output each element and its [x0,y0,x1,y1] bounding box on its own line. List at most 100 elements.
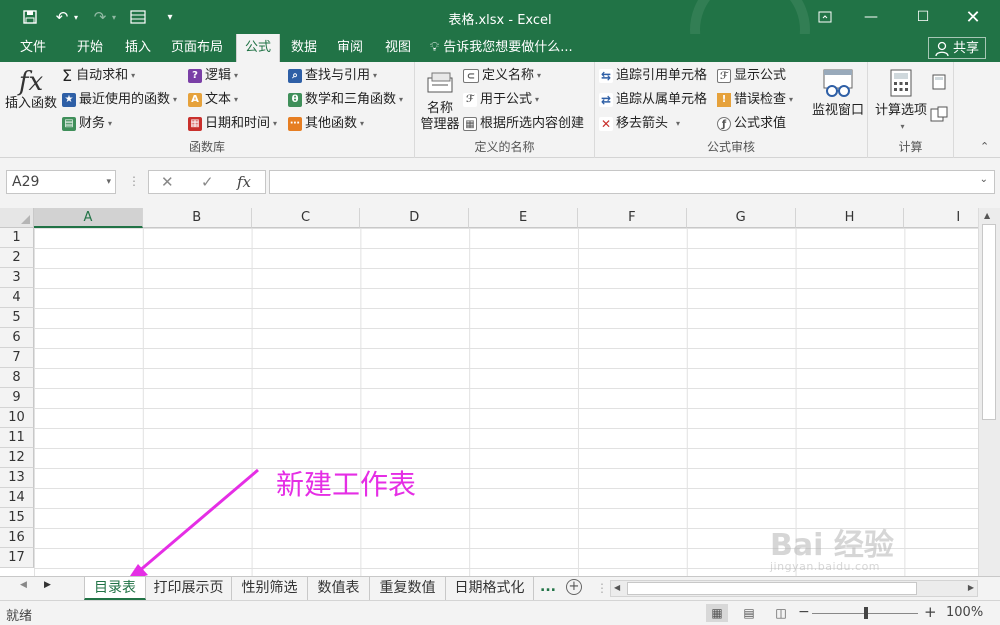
row-header-3[interactable]: 3 [0,268,34,288]
row-header-9[interactable]: 9 [0,388,34,408]
tab-page-layout[interactable]: 页面布局 [164,34,230,62]
scroll-left-icon[interactable]: ◀ [614,583,620,592]
scroll-sheets-right-icon[interactable]: ▶ [44,580,51,590]
redo-dropdown-icon[interactable]: ▾ [108,5,120,29]
row-header-15[interactable]: 15 [0,508,34,528]
new-sheet-icon[interactable]: + [566,579,582,595]
define-name-button[interactable]: ⊂ 定义名称 ▾ [463,66,541,86]
evaluate-formula-button[interactable]: ƒ 公式求值 [717,114,786,134]
zoom-in-icon[interactable]: + [924,603,937,621]
more-functions-button[interactable]: ⋯ 其他函数 ▾ [288,114,364,134]
column-header-b[interactable]: B [142,208,252,228]
row-header-17[interactable]: 17 [0,548,34,568]
formula-bar-grip-icon[interactable]: ⋮ [128,174,140,188]
logical-button[interactable]: ? 逻辑 ▾ [188,66,238,86]
row-header-2[interactable]: 2 [0,248,34,268]
collapse-ribbon-icon[interactable]: ⌃ [980,140,989,153]
lookup-button[interactable]: ⌕ 查找与引用 ▾ [288,66,377,86]
scroll-right-icon[interactable]: ▶ [968,583,974,592]
show-formulas-button[interactable]: ℱ 显示公式 [717,66,786,86]
financial-button[interactable]: ▤ 财务 ▾ [62,114,112,134]
column-header-d[interactable]: D [360,208,470,228]
insert-function-button[interactable]: fx 插入函数 [4,68,58,112]
watch-window-button[interactable]: 监视窗口 [809,68,867,119]
remove-arrows-button[interactable]: ✕ 移去箭头 ▾ [599,114,680,134]
expand-formula-bar-icon[interactable]: ⌄ [980,174,988,185]
save-icon[interactable] [18,5,42,29]
name-manager-button[interactable]: 名称 管理器 [417,70,463,133]
row-header-10[interactable]: 10 [0,408,34,428]
row-header-8[interactable]: 8 [0,368,34,388]
tab-home[interactable]: 开始 [64,34,116,62]
row-header-16[interactable]: 16 [0,528,34,548]
tab-file[interactable]: 文件 [8,34,58,62]
share-button[interactable]: 共享 [928,37,987,59]
more-sheets-button[interactable]: ... [540,579,556,595]
vertical-scroll-thumb[interactable] [982,224,996,420]
column-header-c[interactable]: C [251,208,361,228]
column-header-h[interactable]: H [795,208,905,228]
zoom-level[interactable]: 100% [946,605,983,620]
name-box[interactable]: A29 ▾ [6,170,116,194]
cancel-icon[interactable]: ✕ [161,173,174,191]
calculate-now-icon[interactable] [932,74,946,93]
row-header-4[interactable]: 4 [0,288,34,308]
maximize-icon[interactable]: ☐ [900,0,946,34]
tab-review[interactable]: 审阅 [330,34,370,62]
calculate-sheet-icon[interactable] [930,106,948,125]
row-header-5[interactable]: 5 [0,308,34,328]
sheet-tab-values[interactable]: 数值表 [308,577,370,600]
sheet-tab-duplicates[interactable]: 重复数值 [370,577,446,600]
use-in-formula-button[interactable]: ℱ 用于公式 ▾ [463,90,539,110]
datetime-button[interactable]: ▦ 日期和时间 ▾ [188,114,277,134]
sheet-tab-date-format[interactable]: 日期格式化 [446,577,534,600]
close-icon[interactable]: ✕ [950,0,996,34]
row-header-12[interactable]: 12 [0,448,34,468]
column-header-g[interactable]: G [686,208,796,228]
recent-functions-button[interactable]: ★ 最近使用的函数 ▾ [62,90,177,110]
row-header-14[interactable]: 14 [0,488,34,508]
sheet-tab-catalog[interactable]: 目录表 [84,577,146,600]
tell-me-box[interactable]: 💡︎ 告诉我您想要做什么... [430,34,573,62]
calculation-options-button[interactable]: 计算选项 ▾ [872,68,930,135]
row-header-1[interactable]: 1 [0,228,34,248]
row-header-11[interactable]: 11 [0,428,34,448]
autosum-button[interactable]: Σ 自动求和 ▾ [62,66,135,86]
create-from-selection-button[interactable]: ▦ 根据所选内容创建 [463,114,584,134]
tab-split-grip-icon[interactable]: ⋮ [596,581,608,595]
minimize-icon[interactable]: — [848,0,894,34]
math-button[interactable]: θ 数学和三角函数 ▾ [288,90,403,110]
page-break-view-icon[interactable]: ◫ [770,604,792,622]
trace-precedents-button[interactable]: ⇆ 追踪引用单元格 [599,66,707,86]
column-header-a[interactable]: A [34,208,143,228]
column-header-e[interactable]: E [469,208,578,228]
chevron-down-icon[interactable]: ▾ [106,171,111,193]
error-checking-button[interactable]: ! 错误检查 ▾ [717,90,793,110]
row-header-7[interactable]: 7 [0,348,34,368]
sheet-tab-print-page[interactable]: 打印展示页 [146,577,232,600]
customize-quick-access-icon[interactable]: ▾ [158,5,182,29]
zoom-slider-thumb[interactable] [864,607,868,619]
ribbon-display-options-icon[interactable] [802,0,848,34]
horizontal-scrollbar[interactable]: ◀ ▶ [610,580,978,597]
select-all-button[interactable] [0,208,34,228]
undo-dropdown-icon[interactable]: ▾ [70,5,82,29]
tab-formulas[interactable]: 公式 [236,34,280,62]
scroll-up-icon[interactable]: ▲ [984,211,990,220]
form-icon[interactable] [126,5,150,29]
tab-insert[interactable]: 插入 [116,34,160,62]
formula-input[interactable]: ⌄ [269,170,995,194]
scroll-sheets-left-icon[interactable]: ◀ [20,580,27,590]
enter-icon[interactable]: ✓ [201,173,214,191]
row-header-13[interactable]: 13 [0,468,34,488]
normal-view-icon[interactable]: ▦ [706,604,728,622]
page-layout-view-icon[interactable]: ▤ [738,604,760,622]
column-header-f[interactable]: F [578,208,687,228]
sheet-tab-gender-filter[interactable]: 性别筛选 [232,577,308,600]
row-header-6[interactable]: 6 [0,328,34,348]
zoom-out-icon[interactable]: − [798,604,810,620]
insert-function-icon[interactable]: fx [237,173,251,191]
horizontal-scroll-thumb[interactable] [627,582,917,595]
text-button[interactable]: A 文本 ▾ [188,90,238,110]
trace-dependents-button[interactable]: ⇄ 追踪从属单元格 [599,90,707,110]
